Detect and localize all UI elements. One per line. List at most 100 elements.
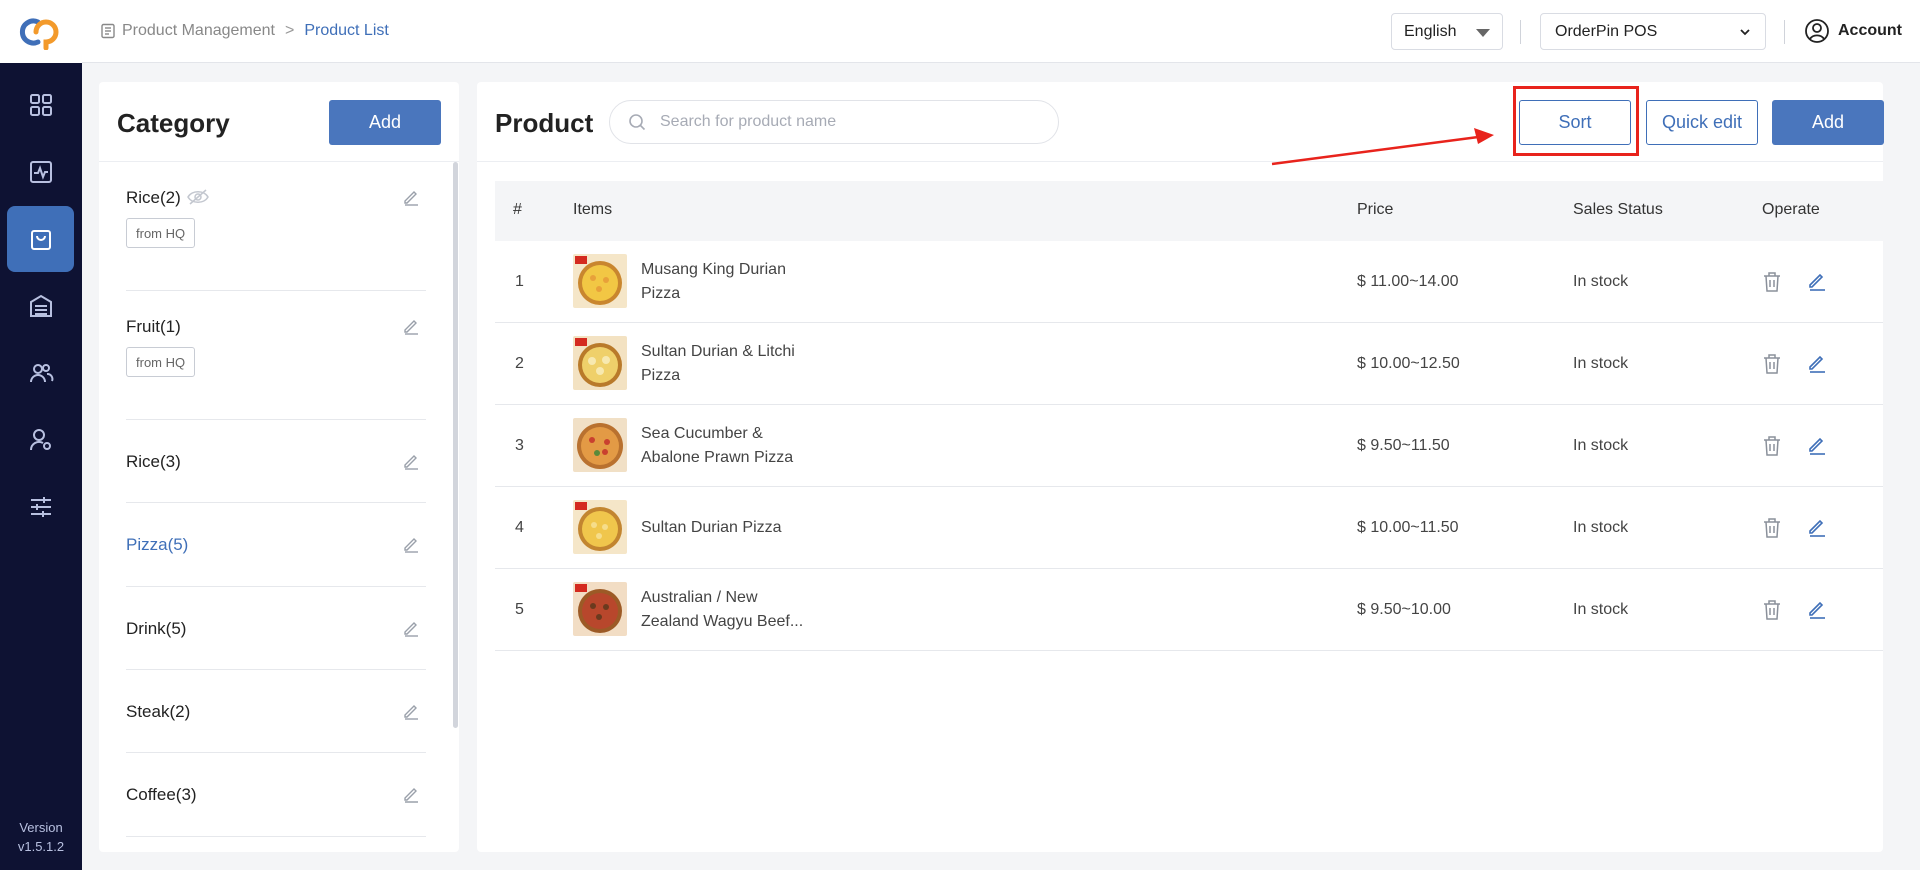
language-select[interactable]: English [1391,13,1503,50]
edit-icon[interactable] [1807,599,1827,619]
edit-icon[interactable] [1807,435,1827,455]
trash-icon[interactable] [1762,271,1782,293]
store-value: OrderPin POS [1555,22,1658,40]
category-panel: Category Add Rice(2) from HQ Fruit(1) fr… [99,82,459,852]
product-name[interactable]: Sultan Durian Pizza [641,516,811,540]
nav-staff[interactable] [7,407,74,473]
category-item[interactable]: Drink(5) [126,587,426,670]
shopping-bag-icon [30,230,51,250]
category-name: Fruit(1) [126,317,181,336]
sales-status: In stock [1573,273,1629,290]
product-name[interactable]: Sultan Durian & Litchi Pizza [641,340,811,388]
pizza-thumbnail [573,418,627,472]
nav-customers[interactable] [7,340,74,406]
account-label: Account [1838,22,1902,39]
caret-down-icon [1476,29,1490,37]
product-search[interactable] [609,100,1059,144]
nav-inventory[interactable] [7,273,74,339]
edit-icon[interactable] [402,317,420,335]
column-operate: Operate [1762,201,1820,218]
store-select[interactable]: OrderPin POS [1540,13,1766,50]
search-input[interactable] [660,113,1040,131]
trash-icon[interactable] [1762,599,1782,621]
add-category-button[interactable]: Add [329,100,441,145]
product-title: Product [495,108,594,138]
product-name[interactable]: Australian / New Zealand Wagyu Beef... [641,586,811,634]
version-info: Version v1.5.1.2 [0,818,82,856]
dashboard-grid-icon [29,94,52,116]
language-value: English [1404,22,1457,40]
category-list: Rice(2) from HQ Fruit(1) from HQ Rice(3)… [126,162,426,837]
edit-icon[interactable] [402,188,420,206]
column-index: # [513,201,522,218]
table-row[interactable]: 5 Australian / New Zealand Wagyu Beef...… [495,569,1883,651]
sales-status: In stock [1573,355,1629,372]
account-menu[interactable]: Account [1804,18,1902,44]
orderpin-logo-icon [19,18,59,50]
nav-dashboard[interactable] [7,72,74,138]
row-index: 3 [515,437,524,454]
category-item-active[interactable]: Pizza(5) [126,503,426,587]
document-icon [101,23,115,39]
nav-settings[interactable] [7,474,74,540]
table-row[interactable]: 3 Sea Cucumber & Abalone Prawn Pizza $ 9… [495,405,1883,487]
product-name-line: Pizza [641,367,681,384]
column-price: Price [1357,201,1394,218]
product-name[interactable]: Sea Cucumber & Abalone Prawn Pizza [641,422,811,470]
pizza-thumbnail [573,254,627,308]
pizza-thumbnail [573,500,627,554]
product-name[interactable]: Musang King Durian Pizza [641,258,811,306]
edit-icon[interactable] [1807,353,1827,373]
edit-icon[interactable] [402,619,420,637]
pizza-thumbnail [573,336,627,390]
product-price: $ 11.00~14.00 [1357,273,1459,290]
category-name: Pizza(5) [126,535,189,554]
trash-icon[interactable] [1762,517,1782,539]
table-row[interactable]: 2 Sultan Durian & Litchi Pizza $ 10.00~1… [495,323,1883,405]
edit-icon[interactable] [1807,271,1827,291]
breadcrumb-parent[interactable]: Product Management [122,22,275,40]
table-header: # Items Price Sales Status Operate [495,181,1883,241]
product-name-line: Zealand Wagyu Beef... [641,613,804,630]
category-name: Rice(2) [126,188,181,207]
row-index: 5 [515,601,524,618]
customers-icon [29,364,53,383]
product-header: Product Sort Quick edit Add [477,82,1884,162]
product-name-line: Sea Cucumber & [641,425,763,442]
product-panel: Product Sort Quick edit Add # Items Pric… [477,82,1884,852]
edit-icon[interactable] [402,535,420,553]
annotation-arrow-icon [1271,128,1494,166]
row-index: 2 [515,355,524,372]
edit-icon[interactable] [402,702,420,720]
edit-icon[interactable] [1807,517,1827,537]
quick-edit-button[interactable]: Quick edit [1646,100,1758,145]
table-row[interactable]: 1 Musang King Durian Pizza $ 11.00~14.00… [495,241,1883,323]
divider [1784,20,1785,44]
sliders-icon [30,497,51,517]
nav-products[interactable] [7,206,74,272]
product-name-line: Musang King Durian [641,261,786,278]
user-settings-icon [29,429,51,451]
category-item[interactable]: Fruit(1) from HQ [126,291,426,420]
category-item[interactable]: Coffee(3) [126,753,426,837]
nav-reports[interactable] [7,139,74,205]
top-bar: Product Management > Product List Englis… [82,0,1920,63]
search-icon [629,114,646,131]
edit-icon[interactable] [402,785,420,803]
trash-icon[interactable] [1762,353,1782,375]
category-item[interactable]: Rice(3) [126,420,426,503]
product-name-line: Australian / New [641,589,758,606]
category-item[interactable]: Rice(2) from HQ [126,162,426,291]
app-logo[interactable] [0,0,82,63]
product-price: $ 10.00~11.50 [1357,519,1459,536]
category-header: Category Add [99,82,459,162]
category-item[interactable]: Steak(2) [126,670,426,753]
add-product-button[interactable]: Add [1772,100,1884,145]
table-row[interactable]: 4 Sultan Durian Pizza $ 10.00~11.50 In s… [495,487,1883,569]
trash-icon[interactable] [1762,435,1782,457]
sort-highlight-box [1513,86,1639,156]
chevron-down-icon [1740,29,1750,36]
edit-icon[interactable] [402,452,420,470]
category-scrollbar[interactable] [453,162,458,728]
product-name-line: Pizza [641,285,681,302]
